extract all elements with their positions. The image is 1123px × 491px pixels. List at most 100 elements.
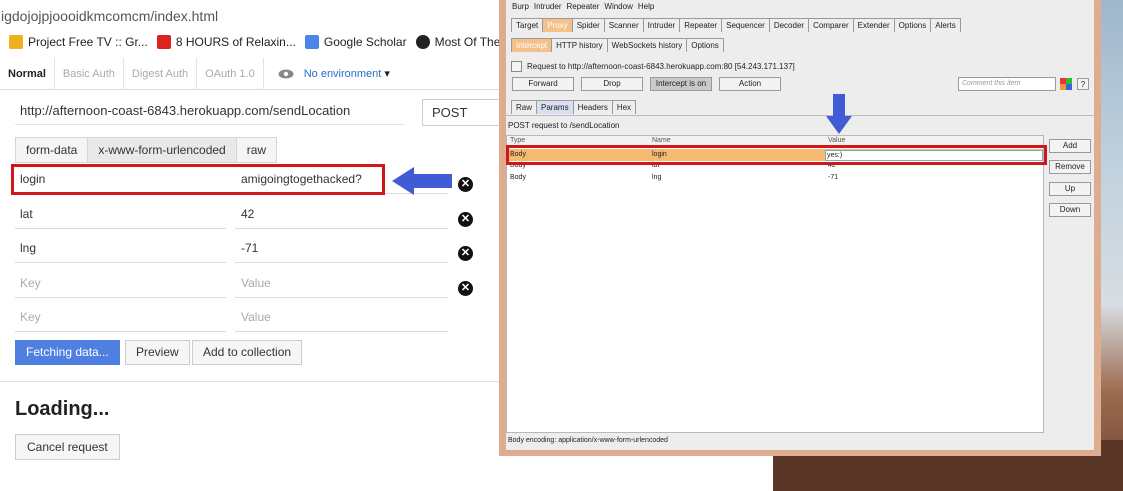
burp-window: Burp Intruder Repeater Window Help Targe…	[499, 0, 1101, 456]
delete-row-icon[interactable]: ✕	[458, 246, 473, 261]
tab-spider[interactable]: Spider	[571, 18, 605, 32]
tab-normal[interactable]: Normal	[0, 57, 55, 90]
tab-proxy-options[interactable]: Options	[686, 38, 724, 52]
tab-params[interactable]: Params	[536, 100, 574, 114]
bookmarks-bar: Project Free TV :: Gr... 8 HOURS of Rela…	[0, 31, 500, 53]
tab-repeater[interactable]: Repeater	[679, 18, 723, 32]
param-key-input[interactable]: lng	[15, 233, 226, 263]
loading-text: Loading...	[15, 398, 110, 420]
request-url-input[interactable]: http://afternoon-coast-6843.herokuapp.co…	[15, 97, 405, 125]
environment-select[interactable]: No environment ▾	[278, 67, 390, 80]
bookmark-most-of-the-web[interactable]: Most Of The Web Is	[415, 35, 500, 49]
delete-row-icon[interactable]: ✕	[458, 177, 473, 192]
tab-comparer[interactable]: Comparer	[808, 18, 854, 32]
youtube-icon	[156, 35, 171, 49]
bookmark-label: Google Scholar	[323, 35, 407, 49]
divider	[506, 115, 1094, 116]
tab-oauth[interactable]: OAuth 1.0	[197, 57, 264, 90]
menu-burp[interactable]: Burp	[512, 2, 529, 14]
help-icon[interactable]: ?	[1077, 78, 1089, 90]
param-value-input[interactable]: Value	[235, 268, 448, 298]
tab-sequencer[interactable]: Sequencer	[721, 18, 770, 32]
cell-name: lng	[652, 174, 662, 181]
send-button[interactable]: Fetching data...	[15, 340, 120, 365]
action-button[interactable]: Action	[719, 77, 781, 91]
tab-intercept[interactable]: Intercept	[511, 38, 553, 52]
bookmark-label: 8 HOURS of Relaxin...	[175, 35, 296, 49]
param-key-input[interactable]: lat	[15, 199, 226, 229]
tab-proxy[interactable]: Proxy	[542, 18, 573, 32]
add-to-collection-button[interactable]: Add to collection	[192, 340, 303, 365]
add-button[interactable]: Add	[1049, 139, 1091, 153]
menu-intruder[interactable]: Intruder	[534, 2, 562, 14]
eye-icon	[278, 69, 294, 78]
browser-window: igdojojpjoooidkmcomcm/index.html Project…	[0, 0, 500, 491]
param-row: lat 42	[15, 199, 448, 233]
login-highlight-box	[11, 164, 385, 195]
tab-decoder[interactable]: Decoder	[768, 18, 810, 32]
cell-value: -71	[828, 174, 839, 181]
bookmark-google-scholar[interactable]: Google Scholar	[304, 35, 407, 49]
cancel-request-button[interactable]: Cancel request	[15, 434, 120, 460]
forward-button[interactable]: Forward	[512, 77, 574, 91]
arrow-down-icon	[826, 94, 852, 134]
bookmark-label: Project Free TV :: Gr...	[28, 35, 148, 49]
google-scholar-icon	[304, 35, 319, 49]
tab-scanner[interactable]: Scanner	[603, 18, 644, 32]
down-button[interactable]: Down	[1049, 203, 1091, 217]
tab-hex[interactable]: Hex	[611, 100, 637, 114]
tab-options[interactable]: Options	[893, 18, 932, 32]
address-bar[interactable]: igdojojpjoooidkmcomcm/index.html	[0, 4, 500, 28]
tab-raw[interactable]: raw	[235, 137, 278, 163]
menu-repeater[interactable]: Repeater	[566, 2, 599, 14]
tab-headers[interactable]: Headers	[572, 100, 613, 114]
proxy-tabs: Intercept HTTP history WebSockets histor…	[511, 38, 724, 52]
bookmark-label: Most Of The Web Is	[434, 35, 500, 49]
param-row: Key Value	[15, 302, 448, 336]
intercept-toggle-button[interactable]: Intercept is on	[650, 77, 712, 91]
cell-type: Body	[510, 174, 526, 181]
tab-alerts[interactable]: Alerts	[930, 18, 961, 32]
highlight-color-icon[interactable]	[1060, 78, 1072, 90]
tab-intruder[interactable]: Intruder	[642, 18, 681, 32]
burp-content: Burp Intruder Repeater Window Help Targe…	[506, 0, 1094, 450]
tab-target[interactable]: Target	[511, 18, 544, 32]
preview-button[interactable]: Preview	[125, 340, 190, 365]
pencil-icon[interactable]	[511, 60, 522, 72]
site-icon	[415, 35, 430, 49]
param-value-input[interactable]: Value	[235, 302, 448, 332]
request-to-label: Request to http://afternoon-coast-6843.h…	[527, 61, 795, 71]
tab-websockets-history[interactable]: WebSockets history	[606, 38, 688, 52]
params-table: Type Name Value Body login yes:) Body la…	[506, 135, 1044, 433]
delete-row-icon[interactable]: ✕	[458, 281, 473, 296]
remove-button[interactable]: Remove	[1049, 160, 1091, 174]
param-row: Key Value	[15, 268, 448, 302]
tab-form-data[interactable]: form-data	[15, 137, 89, 163]
burp-main-tabs: Target Proxy Spider Scanner Intruder Rep…	[511, 18, 961, 32]
param-key-input[interactable]: Key	[15, 302, 226, 332]
tab-http-history[interactable]: HTTP history	[551, 38, 608, 52]
delete-row-icon[interactable]: ✕	[458, 212, 473, 227]
param-value-input[interactable]: 42	[235, 199, 448, 229]
param-value-input[interactable]: -71	[235, 233, 448, 263]
method-select[interactable]: POST	[422, 99, 500, 126]
menu-help[interactable]: Help	[638, 2, 654, 14]
bookmark-8-hours[interactable]: 8 HOURS of Relaxin...	[156, 35, 296, 49]
table-row[interactable]: Body lng -71	[507, 173, 1043, 185]
tab-urlencoded[interactable]: x-www-form-urlencoded	[87, 137, 237, 163]
request-info: Request to http://afternoon-coast-6843.h…	[511, 59, 795, 73]
param-row: lng -71	[15, 233, 448, 267]
menu-window[interactable]: Window	[604, 2, 632, 14]
drop-button[interactable]: Drop	[581, 77, 643, 91]
star-icon	[9, 35, 23, 49]
tab-basic-auth[interactable]: Basic Auth	[55, 57, 124, 90]
burp-menu-bar: Burp Intruder Repeater Window Help	[512, 2, 654, 14]
up-button[interactable]: Up	[1049, 182, 1091, 196]
auth-tabs: Normal Basic Auth Digest Auth OAuth 1.0 …	[0, 57, 500, 90]
tab-digest-auth[interactable]: Digest Auth	[124, 57, 198, 90]
bookmark-project-free-tv[interactable]: Project Free TV :: Gr...	[9, 35, 148, 49]
param-key-input[interactable]: Key	[15, 268, 226, 298]
tab-extender[interactable]: Extender	[852, 18, 895, 32]
comment-input[interactable]: Comment this item	[958, 77, 1056, 91]
tab-raw[interactable]: Raw	[511, 100, 538, 114]
